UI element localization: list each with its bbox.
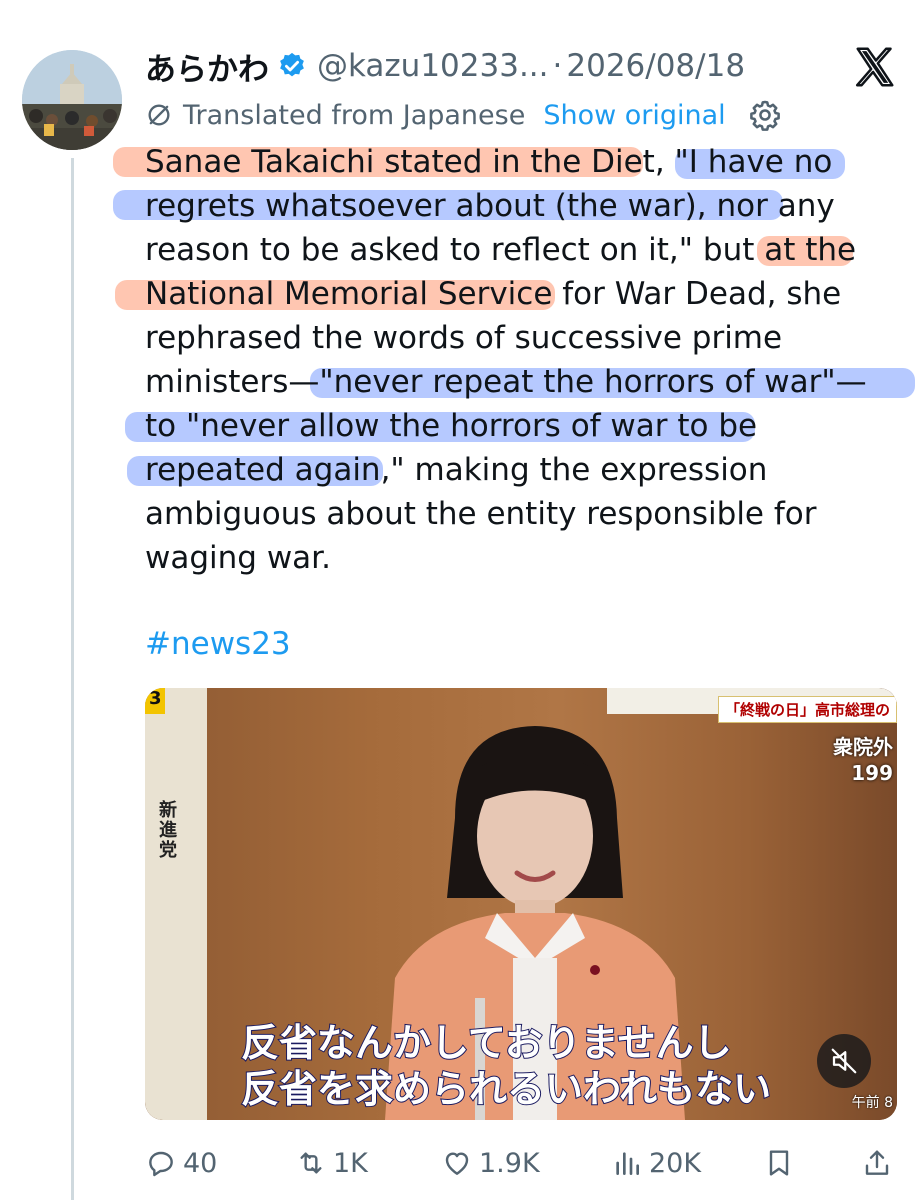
tweet-text-line: ministers—"never repeat the horrors of w… (145, 360, 915, 404)
thread-line (71, 158, 74, 1200)
translation-notice: Translated from Japanese Show original (145, 96, 782, 134)
news-info-label: 衆院外 199 (833, 735, 893, 785)
video-subtitle: 反省なんかしておりませんし 反省を求められるいわれもない (240, 1020, 772, 1112)
tweet-detail: あらかわ @kazu10233... · 2026/08/18 Translat… (0, 0, 920, 1200)
tweet-text-line: repeated again," making the expression (127, 448, 885, 492)
avatar[interactable] (22, 50, 122, 150)
translated-from-label: Translated from Japanese (183, 99, 526, 131)
bookmark-button[interactable] (763, 1140, 801, 1186)
avatar-photo (22, 50, 122, 150)
channel-number-badge: 3 (145, 688, 165, 714)
video-player[interactable]: 3 新進党 「終戦の日」高市総理の 衆院外 199 反省なんかしておりませんし … (145, 688, 897, 1120)
repost-count: 1K (333, 1147, 368, 1179)
tweet-text-line: reason to be asked to reflect on it," bu… (145, 232, 857, 268)
display-name[interactable]: あらかわ (145, 44, 269, 89)
reply-count: 40 (183, 1147, 218, 1179)
tweet-text-line: to "never allow the horrors of war to be (125, 404, 885, 448)
like-count: 1.9K (479, 1147, 540, 1179)
share-icon (865, 1150, 889, 1175)
tweet-text-line: ambiguous about the entity responsible f… (145, 496, 817, 532)
hashtag-link[interactable]: #news23 (145, 626, 291, 662)
separator-dot: · (552, 48, 563, 84)
speaker-muted-icon (831, 1048, 857, 1074)
post-date[interactable]: 2026/08/18 (566, 48, 745, 84)
tweet-text-line: Sanae Takaichi stated in the Diet, "I ha… (113, 140, 885, 184)
like-button[interactable]: 1.9K (441, 1140, 540, 1186)
translate-icon (148, 104, 170, 126)
views-button[interactable]: 20K (611, 1140, 701, 1186)
user-handle[interactable]: @kazu10233... (317, 48, 549, 84)
x-logo-icon (855, 47, 894, 87)
news-topic-label: 「終戦の日」高市総理の (717, 696, 897, 723)
reply-icon (149, 1151, 173, 1177)
tweet-header: あらかわ @kazu10233... · 2026/08/18 (145, 42, 745, 90)
bookmark-icon (769, 1150, 789, 1176)
tweet-text-line: waging war. (145, 540, 331, 576)
mute-button[interactable] (817, 1034, 871, 1088)
verified-badge-icon (280, 52, 304, 77)
heart-icon (445, 1152, 469, 1175)
repost-button[interactable]: 1K (295, 1140, 368, 1186)
repost-icon (300, 1152, 322, 1174)
tweet-text-line: National Memorial Service for War Dead, … (115, 272, 885, 316)
analytics-icon (616, 1152, 639, 1175)
view-count: 20K (649, 1147, 702, 1179)
tweet-text: Sanae Takaichi stated in the Diet, "I ha… (113, 140, 915, 580)
broadcast-time: 午前 8 (851, 1095, 893, 1111)
reply-button[interactable]: 40 (145, 1140, 217, 1186)
gear-icon[interactable] (748, 98, 782, 132)
action-bar: 40 1K 1.9K 20K (145, 1140, 897, 1186)
video-side-panel: 3 新進党 (145, 688, 207, 1120)
party-label: 新進党 (156, 800, 177, 860)
show-original-link[interactable]: Show original (543, 100, 725, 131)
tweet-text-line: rephrased the words of successive prime (145, 320, 783, 356)
tweet-text-line: regrets whatsoever about (the war), nor … (113, 184, 885, 228)
share-button[interactable] (861, 1140, 899, 1186)
